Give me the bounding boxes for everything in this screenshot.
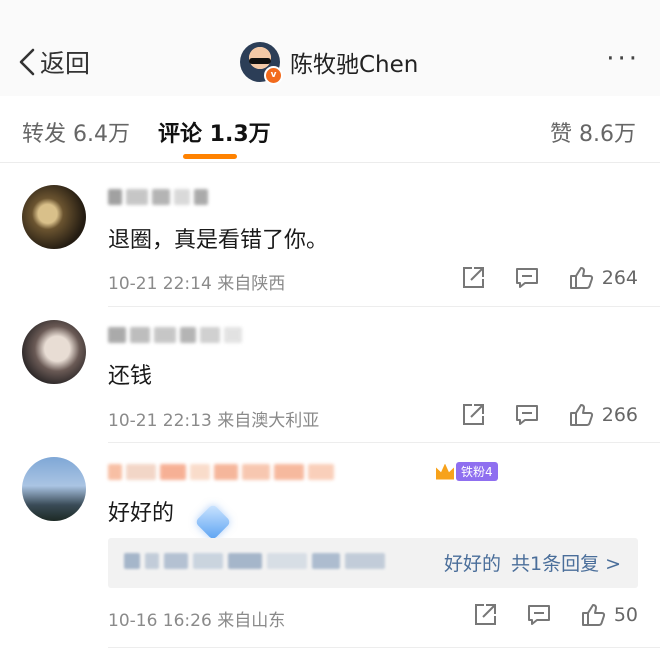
comment-icon bbox=[515, 405, 538, 425]
comment-meta: 10-21 22:14 来自陕西 bbox=[108, 274, 286, 294]
reply-button[interactable] bbox=[514, 265, 540, 291]
comment-icon bbox=[515, 268, 538, 288]
status-bar bbox=[0, 0, 660, 14]
comment-icon bbox=[527, 605, 550, 625]
like-button[interactable]: 264 bbox=[568, 265, 638, 291]
like-count: 50 bbox=[613, 604, 638, 626]
reply-author-redacted bbox=[124, 553, 385, 569]
commenter-name-redacted[interactable] bbox=[108, 187, 208, 207]
comment-item: 铁粉4 好好的 好好的 共1条回复 > 10-16 16:26 来自山东 50 bbox=[0, 443, 660, 660]
like-count: 264 bbox=[601, 267, 638, 289]
share-button[interactable] bbox=[472, 602, 498, 628]
like-button[interactable]: 50 bbox=[580, 602, 638, 628]
thumbs-up-icon bbox=[581, 604, 605, 626]
sunglasses-decoration bbox=[249, 58, 271, 64]
chevron-left-icon bbox=[19, 48, 35, 76]
crown-icon bbox=[436, 463, 454, 480]
fan-level-label: 铁粉4 bbox=[456, 462, 498, 481]
nav-bar: 返回 v 陈牧驰Chen ··· bbox=[0, 14, 660, 96]
back-button[interactable]: 返回 bbox=[16, 44, 90, 80]
reply-count: 共1条回复 > bbox=[511, 553, 622, 575]
like-button[interactable]: 266 bbox=[568, 402, 638, 428]
comment-item: 退圈，真是看错了你。 10-21 22:14 来自陕西 264 bbox=[0, 163, 660, 308]
avatar[interactable]: v bbox=[240, 42, 283, 85]
fan-badge[interactable]: 铁粉4 bbox=[436, 462, 498, 481]
verified-badge-icon: v bbox=[264, 66, 283, 85]
divider bbox=[108, 306, 660, 307]
diamond-emoji-icon bbox=[194, 503, 232, 541]
reply-button[interactable] bbox=[514, 402, 540, 428]
comment-actions: 50 bbox=[472, 602, 638, 628]
comment-meta: 10-16 16:26 来自山东 bbox=[108, 611, 286, 631]
tab-forward[interactable]: 转发 6.4万 bbox=[22, 116, 130, 148]
reply-summary-text: 好好的 bbox=[444, 553, 502, 575]
comment-actions: 266 bbox=[460, 402, 638, 428]
more-button[interactable]: ··· bbox=[606, 44, 640, 74]
tab-comment[interactable]: 评论 1.3万 bbox=[158, 116, 271, 148]
reply-preview[interactable]: 好好的 共1条回复 > bbox=[108, 538, 638, 588]
thumbs-up-icon bbox=[569, 267, 593, 289]
commenter-avatar[interactable] bbox=[22, 185, 86, 249]
commenter-avatar[interactable] bbox=[22, 320, 86, 384]
share-button[interactable] bbox=[460, 402, 486, 428]
comment-item: 还钱 10-21 22:13 来自澳大利亚 266 bbox=[0, 308, 660, 443]
tab-like[interactable]: 赞 8.6万 bbox=[550, 116, 636, 148]
comment-text: 退圈，真是看错了你。 bbox=[108, 228, 329, 253]
active-tab-indicator bbox=[183, 154, 237, 159]
comment-meta: 10-21 22:13 来自澳大利亚 bbox=[108, 411, 320, 431]
share-button[interactable] bbox=[460, 265, 486, 291]
share-icon bbox=[462, 404, 484, 425]
commenter-avatar[interactable] bbox=[22, 457, 86, 521]
share-icon bbox=[474, 604, 496, 625]
author-info[interactable]: v 陈牧驰Chen bbox=[240, 42, 418, 85]
divider bbox=[108, 647, 660, 648]
tab-bar: 转发 6.4万 评论 1.3万 赞 8.6万 bbox=[0, 96, 660, 163]
author-name[interactable]: 陈牧驰Chen bbox=[290, 45, 418, 79]
commenter-name-redacted[interactable] bbox=[108, 325, 242, 345]
view-replies-link[interactable]: 好好的 共1条回复 > bbox=[444, 549, 621, 576]
comment-actions: 264 bbox=[460, 265, 638, 291]
comment-text: 还钱 bbox=[108, 364, 153, 389]
share-icon bbox=[462, 267, 484, 288]
thumbs-up-icon bbox=[569, 404, 593, 426]
comment-text: 好好的 bbox=[108, 501, 175, 526]
commenter-name-redacted[interactable] bbox=[108, 462, 334, 482]
like-count: 266 bbox=[601, 404, 638, 426]
reply-button[interactable] bbox=[526, 602, 552, 628]
back-label: 返回 bbox=[40, 49, 91, 78]
